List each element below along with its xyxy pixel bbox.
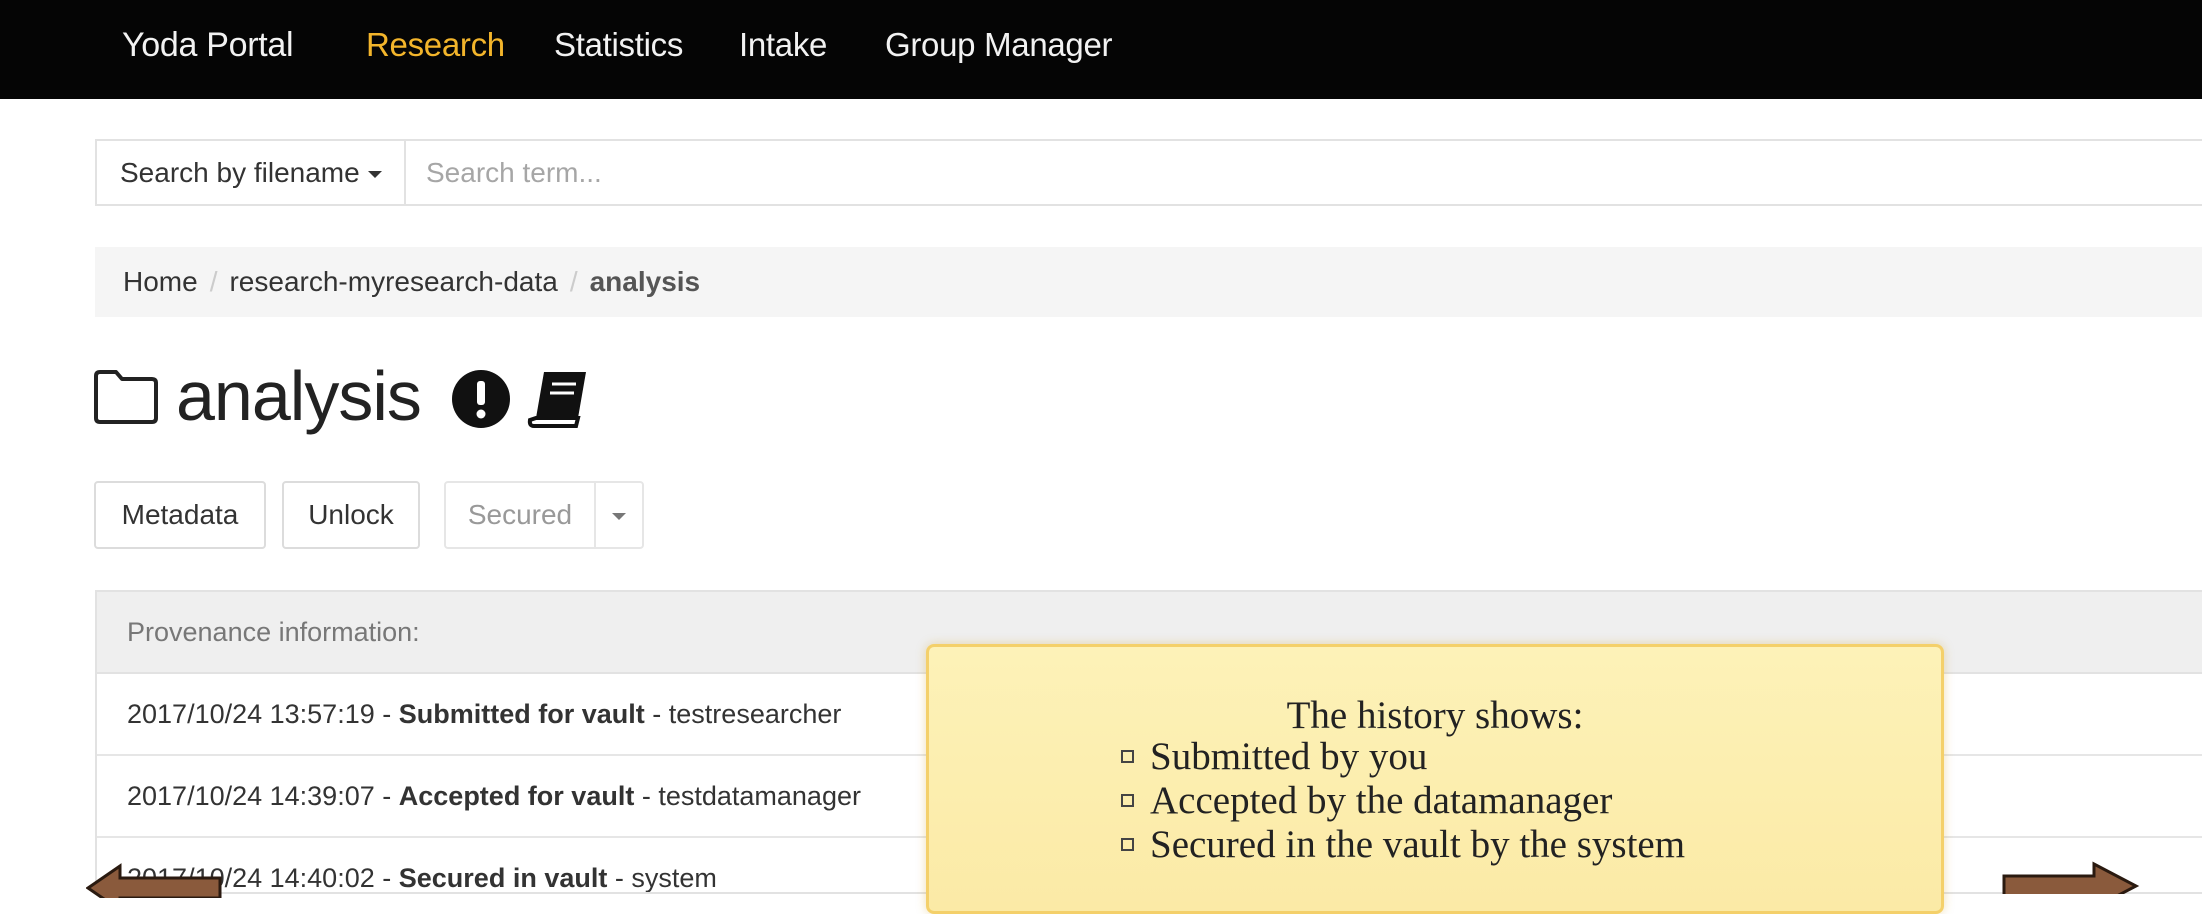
- exclamation-circle-icon[interactable]: [450, 368, 512, 435]
- breadcrumb-separator: /: [209, 266, 218, 297]
- nav-item-intake[interactable]: Intake: [739, 26, 827, 64]
- entry-user: - testdatamanager: [641, 781, 861, 811]
- callout-title: The history shows:: [1286, 694, 1584, 737]
- entry-action: Secured in vault: [398, 863, 608, 893]
- search-type-dropdown[interactable]: Search by filename: [97, 141, 406, 204]
- unlock-button[interactable]: Unlock: [282, 481, 420, 549]
- metadata-button[interactable]: Metadata: [94, 481, 266, 549]
- entry-timestamp: 2017/10/24 14:39:07: [127, 781, 375, 811]
- entry-timestamp: 2017/10/24 13:57:19: [127, 699, 375, 729]
- breadcrumb: Home / research-myresearch-data / analysis: [95, 247, 2202, 317]
- callout-item: Secured in the vault by the system: [1121, 823, 1685, 867]
- entry-separator: -: [382, 863, 392, 893]
- callout-item-text: Submitted by you: [1150, 735, 1428, 778]
- caret-down-icon: [612, 513, 626, 521]
- entry-user: - system: [614, 863, 717, 893]
- callout-item: Submitted by you: [1121, 735, 1685, 779]
- caret-down-icon: [367, 171, 382, 179]
- arrow-right-icon[interactable]: [2002, 852, 2142, 911]
- entry-action: Accepted for vault: [398, 781, 635, 811]
- top-navbar: Yoda Portal Research Statistics Intake G…: [0, 0, 2202, 99]
- folder-icon: [92, 368, 160, 431]
- breadcrumb-current: analysis: [589, 266, 701, 297]
- page-title: analysis: [176, 357, 422, 435]
- search-type-label: Search by filename: [120, 157, 360, 188]
- entry-separator: -: [382, 699, 392, 729]
- book-icon[interactable]: [526, 368, 592, 435]
- breadcrumb-separator: /: [569, 266, 578, 297]
- search-bar: Search by filename: [95, 139, 2202, 206]
- explanation-callout: The history shows: Submitted by you Acce…: [926, 644, 1944, 914]
- callout-item-text: Secured in the vault by the system: [1150, 823, 1686, 866]
- search-input[interactable]: [406, 141, 2202, 204]
- callout-item: Accepted by the datamanager: [1121, 779, 1685, 823]
- callout-item-text: Accepted by the datamanager: [1150, 779, 1613, 822]
- arrow-left-icon[interactable]: [85, 858, 226, 913]
- entry-separator: -: [382, 781, 392, 811]
- bullet-icon: [1121, 837, 1134, 851]
- nav-item-statistics[interactable]: Statistics: [554, 26, 683, 64]
- bullet-icon: [1121, 749, 1134, 763]
- nav-item-group-manager[interactable]: Group Manager: [885, 26, 1113, 64]
- bullet-icon: [1121, 793, 1134, 807]
- brand-link[interactable]: Yoda Portal: [122, 26, 294, 65]
- breadcrumb-home[interactable]: Home: [123, 266, 198, 297]
- entry-action: Submitted for vault: [398, 699, 645, 729]
- status-dropdown-toggle[interactable]: [594, 481, 644, 549]
- callout-list: Submitted by you Accepted by the dataman…: [1121, 735, 1685, 867]
- nav-item-research[interactable]: Research: [366, 26, 505, 64]
- breadcrumb-research-group[interactable]: research-myresearch-data: [229, 266, 557, 297]
- status-button[interactable]: Secured: [444, 481, 596, 549]
- entry-user: - testresearcher: [652, 699, 842, 729]
